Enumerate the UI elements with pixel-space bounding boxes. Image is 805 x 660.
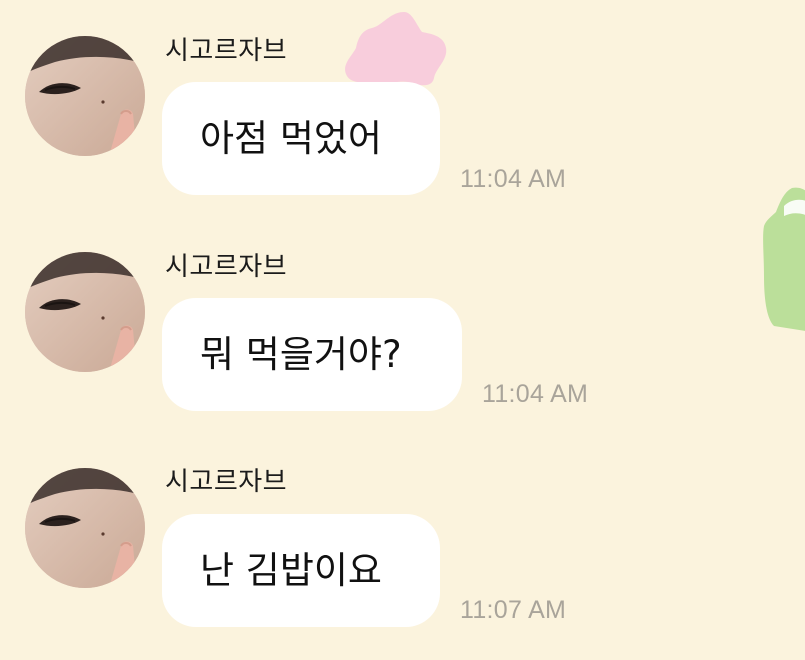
avatar[interactable] [25, 468, 145, 588]
sender-name: 시고르자브 [165, 467, 288, 497]
green-note-decoration [763, 187, 805, 331]
sender-name: 시고르자브 [165, 252, 288, 282]
avatar[interactable] [25, 252, 145, 372]
chat-message-list[interactable]: 시고르자브 아점 먹었어 11:04 AM 시고르자브 뭐 먹을거야? 11:0… [0, 0, 805, 660]
profile-photo-icon [25, 468, 145, 588]
message-timestamp: 11:07 AM [460, 596, 567, 624]
message-bubble[interactable]: 난 김밥이요 [162, 514, 440, 627]
message-timestamp: 11:04 AM [482, 380, 589, 408]
message-bubble[interactable]: 뭐 먹을거야? [162, 298, 462, 411]
profile-photo-icon [25, 252, 145, 372]
chat-message: 시고르자브 난 김밥이요 11:07 AM [0, 0, 805, 627]
